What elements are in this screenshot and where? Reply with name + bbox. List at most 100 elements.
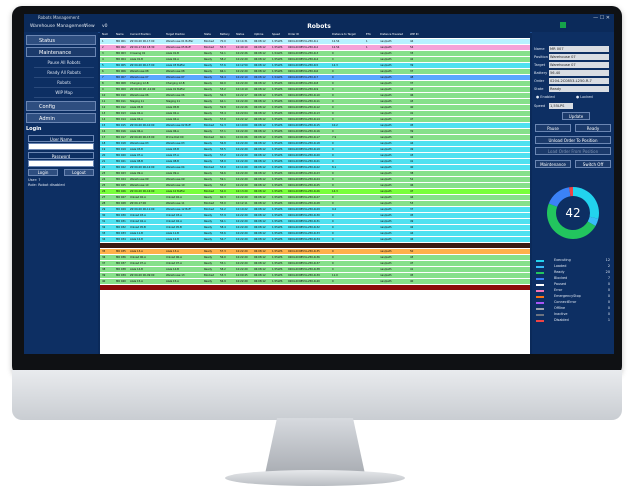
table-row[interactable]: 23 MR 023 Aisle 09-A Aisle 09-A Ready 56.6 10:… bbox=[100, 171, 530, 176]
table-row[interactable]: 1 MR 001 ZZ 00-00 00-17:00 Warehouse 01 Buf… bbox=[100, 39, 530, 44]
sidebar-item-ready-all[interactable]: Ready All Robots bbox=[34, 69, 94, 78]
table-row[interactable]: 26 MR 026 ZZ 00-00 00-16:00 Aisle 10 Buffer… bbox=[100, 189, 530, 194]
table-row[interactable]: 9 MR 009 ZZ 00-00 00 -14:00 Aisle 01 Buffer… bbox=[100, 87, 530, 92]
table-cell: 06:08:12 bbox=[254, 250, 266, 253]
table-row[interactable]: 22 MR 022 ZZ 00-00 00-12:00 Warehouse 04 Blo… bbox=[100, 165, 530, 170]
window-title: Robots Management bbox=[38, 15, 80, 20]
table-row[interactable]: 19 MR 019 Aisle 03-B Aisle 03-B Ready 55.5 10:… bbox=[100, 147, 530, 152]
table-row[interactable]: 10 MR 010 Warehouse 06 Warehouse 06 Ready 56.… bbox=[100, 93, 530, 98]
column-header[interactable]: Distance Traveled bbox=[380, 32, 409, 38]
table-row[interactable]: 3 MR 003 Crossing 01 Aisle 01-B Ready 52.1 10:… bbox=[100, 51, 530, 56]
table-row[interactable]: 11 MR 011 Staging 11 Staging 11 Ready 64.1 10:… bbox=[100, 99, 530, 104]
table-row[interactable]: 28 MR 028 ZZ 00-17:00 Warehouse 11 Blocked 55… bbox=[100, 201, 530, 206]
table-row[interactable]: 34 MR 034 Aisle 12-B Aisle 12-B Ready 54.7 10:… bbox=[100, 237, 530, 242]
field-state-label: State bbox=[534, 87, 544, 91]
table-row[interactable]: 30 MR 030 Unload 03-A Unload 03-A Ready 57.9 1… bbox=[100, 213, 530, 218]
table-row[interactable]: 7 MR 007 Warehouse 07 Warehouse 07 Ready 56.4… bbox=[100, 75, 530, 80]
column-header[interactable]: Speed bbox=[272, 32, 287, 38]
table-cell: 0 bbox=[332, 238, 334, 241]
column-header[interactable]: Name bbox=[116, 32, 129, 38]
field-order-value[interactable]: 0204-2C0853-L250-R-7 bbox=[549, 78, 609, 84]
table-row[interactable]: 2 MR 002 ZZ 00-17:40 18:30 Warehouse 05 Buf… bbox=[100, 45, 530, 50]
table-row[interactable]: 6 MR 006 Warehouse 08 Warehouse 08 Ready 66.1… bbox=[100, 69, 530, 74]
window-controls[interactable]: — ☐ ✕ bbox=[593, 14, 610, 22]
table-row[interactable]: 38 MR 038 Aisle 14-B Aisle 14-B Ready 58.2 10:… bbox=[100, 267, 530, 272]
table-row[interactable]: 36 MR 036 Unload 06-A Unload 06-A Ready 56.0 1… bbox=[100, 255, 530, 260]
column-header[interactable]: Order ID bbox=[288, 32, 331, 38]
column-header[interactable]: Current Position bbox=[130, 32, 165, 38]
legend-value: 0 bbox=[607, 306, 610, 310]
table-row[interactable]: 32 MR 032 Unload 05-B Unload 05-B Ready 58.4 1… bbox=[100, 225, 530, 230]
table-row[interactable]: 5 MR 005 ZZ 00-00 00-17:00 Aisle 03 Buffer R… bbox=[100, 63, 530, 68]
table-row[interactable]: 35 MR 035 Aisle 13-A Aisle 13-A Ready 57.3 10:… bbox=[100, 249, 530, 254]
table-row[interactable]: 27 MR 027 Unload 02-A Unload 02-A Ready 60.3 1… bbox=[100, 195, 530, 200]
column-header[interactable]: WIP ID bbox=[410, 32, 425, 38]
table-row[interactable]: 25 MR 025 Warehouse 10 Warehouse 10 Ready 55.… bbox=[100, 183, 530, 188]
field-state-value[interactable]: Ready bbox=[549, 86, 609, 92]
table-row[interactable]: 8 MR 008 Charging 12-B Charging 12-B Ready 60… bbox=[100, 81, 530, 86]
table-cell: MR 025 bbox=[116, 184, 126, 187]
sidebar-item-wip-map[interactable]: WIP Map bbox=[34, 89, 94, 98]
table-cell: MR 015 bbox=[116, 124, 126, 127]
legend-swatch bbox=[536, 278, 544, 280]
column-header[interactable]: Target Position bbox=[166, 32, 203, 38]
table-cell: 60.1 bbox=[220, 136, 226, 139]
table-row[interactable]: 20 MR 020 Aisle 07-A Aisle 07-A Ready 57.2 10:… bbox=[100, 153, 530, 158]
table-row[interactable]: 18 MR 018 Warehouse 03 Warehouse 03 Ready 56.… bbox=[100, 141, 530, 146]
field-target-value[interactable]: Warehouse 07 bbox=[549, 62, 609, 68]
username-input[interactable] bbox=[28, 143, 94, 150]
table-cell: 06:08:12 bbox=[254, 70, 266, 73]
table-row[interactable]: 17 MR 017 ZZ 00-00 00-15:00 Prime Dist 00 Bl… bbox=[100, 135, 530, 140]
table-row[interactable]: 14 MR 014 Aisle 04-A Aisle 04-A Ready 57.0 10:… bbox=[100, 117, 530, 122]
locked-radio[interactable]: ● Locked bbox=[576, 95, 593, 99]
pause-button[interactable]: Pause bbox=[535, 124, 571, 132]
ready-button[interactable]: Ready bbox=[575, 124, 611, 132]
table-cell: 19 bbox=[102, 148, 106, 151]
table-cell: 1 bbox=[102, 40, 104, 43]
table-row[interactable]: 4 MR 004 Aisle 01-B Aisle 02-A Ready 58.2 10:2… bbox=[100, 57, 530, 62]
table-row[interactable]: 39 MR 039 ZZ 00-00 00-09:00 Warehouse 13 Blo… bbox=[100, 273, 530, 278]
column-header[interactable]: ETA bbox=[366, 32, 379, 38]
table-cell: 1,55LPS bbox=[272, 64, 283, 67]
table-row[interactable]: 31 MR 031 Unload 04-A Unload 04-A Ready 56.1 1… bbox=[100, 219, 530, 224]
table-cell: Aisle 03-B bbox=[166, 148, 179, 151]
maintenance-button[interactable]: Maintenance bbox=[535, 160, 571, 168]
table-row[interactable]: 21 MR 021 Aisle 08-B Aisle 08-B Ready 58.0 10:… bbox=[100, 159, 530, 164]
table-row[interactable]: 29 MR 029 ZZ 00-00 00-11:00 Warehouse 12 Bu… bbox=[100, 207, 530, 212]
table-row[interactable]: 16 MR 016 Aisle 06-A Aisle 06-A Ready 57.1 10:… bbox=[100, 129, 530, 134]
nav-admin[interactable]: Admin bbox=[26, 113, 96, 123]
password-input[interactable] bbox=[28, 160, 94, 167]
login-button[interactable]: Login bbox=[28, 169, 58, 176]
nav-maintenance[interactable]: Maintenance bbox=[26, 47, 96, 57]
switch-off-button[interactable]: Switch Off bbox=[575, 160, 611, 168]
column-header[interactable]: Uptime bbox=[254, 32, 271, 38]
table-row[interactable]: 40 MR 040 Aisle 15-A Aisle 15-A Ready 56.9 10:… bbox=[100, 279, 530, 284]
nav-config[interactable]: Config bbox=[26, 101, 96, 111]
update-button[interactable]: Update bbox=[562, 112, 590, 120]
load-order-button[interactable]: Load Order From Position bbox=[535, 147, 611, 155]
table-row[interactable]: 12 MR 012 Aisle 05-B Aisle 05-B Ready 59.8 10:… bbox=[100, 105, 530, 110]
table-row[interactable]: 13 MR 013 Aisle 02-A Aisle 02-A Ready 55.4 10:… bbox=[100, 111, 530, 116]
table-row[interactable]: 33 MR 033 Aisle 11-B Aisle 11-B Ready 55.6 10:… bbox=[100, 231, 530, 236]
field-position-value[interactable]: Warehouse 07 bbox=[549, 54, 609, 60]
nav-status[interactable]: Status bbox=[26, 35, 96, 45]
logout-button[interactable]: Logout bbox=[64, 169, 94, 176]
field-battery-value[interactable]: 56.40 bbox=[549, 70, 609, 76]
table-row[interactable] bbox=[100, 243, 530, 248]
table-row[interactable]: 15 MR 015 ZZ 00-00 00-10:00 Warehouse 02 Bu… bbox=[100, 123, 530, 128]
table-cell: Ready bbox=[204, 250, 213, 253]
table-row[interactable]: 37 MR 037 Unload 07-A Unload 07-A Ready 55.1 1… bbox=[100, 261, 530, 266]
column-header[interactable]: Status bbox=[236, 32, 253, 38]
field-speed-value[interactable]: 1,55LPS bbox=[549, 103, 573, 109]
column-header[interactable]: Distance to Target bbox=[332, 32, 365, 38]
column-header[interactable]: State bbox=[204, 32, 219, 38]
table-row[interactable]: 24 MR 024 Warehouse 09 Warehouse 09 Ready 59.… bbox=[100, 177, 530, 182]
table-row[interactable] bbox=[100, 285, 530, 290]
sidebar-item-pause-all[interactable]: Pause All Robots bbox=[34, 59, 94, 68]
sidebar-item-robots[interactable]: Robots bbox=[34, 79, 94, 88]
unload-order-button[interactable]: Unload Order To Position bbox=[535, 136, 611, 144]
enabled-radio[interactable]: ● Enabled bbox=[536, 95, 555, 99]
field-name-value[interactable]: MR 007 bbox=[549, 46, 609, 52]
column-header[interactable]: Battery bbox=[220, 32, 235, 38]
column-header[interactable]: Num bbox=[102, 32, 115, 38]
